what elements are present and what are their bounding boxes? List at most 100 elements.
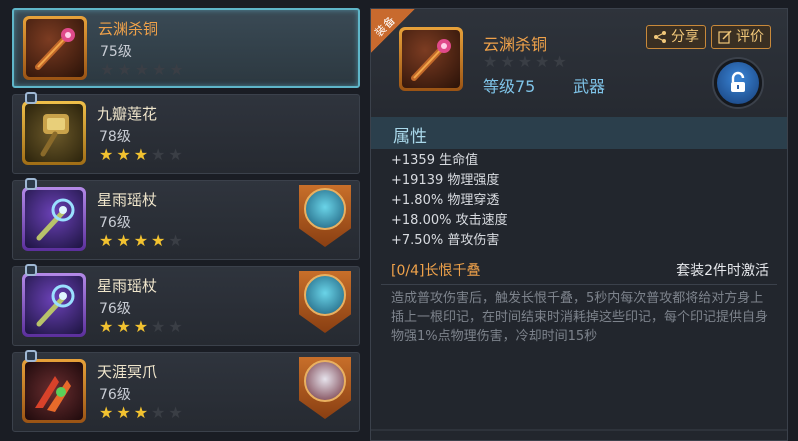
star-icon: ★ [169, 60, 184, 79]
star-rating: ★ ★ ★ ★ ★ [99, 147, 183, 163]
staff-icon [26, 19, 84, 77]
item-icon-frame [22, 359, 86, 423]
star-icon: ★ [133, 145, 149, 164]
divider [371, 429, 787, 431]
detail-star-rating: ★ ★ ★ ★ ★ [483, 54, 567, 70]
star-rating: ★ ★ ★ ★ ★ [100, 62, 184, 78]
hero-badge[interactable] [299, 357, 351, 419]
item-level: 75级 [100, 44, 132, 60]
attribute-line: +18.00% 攻击速度 [391, 213, 508, 228]
staff-icon [402, 30, 460, 88]
lock-icon [25, 264, 37, 276]
edit-icon [718, 30, 732, 44]
star-icon: ★ [133, 317, 149, 336]
set-bonus-description: 造成普攻伤害后，触发长恨千叠，5秒内每次普攻都将给对方身上插上一根印记，在时间结… [391, 291, 769, 344]
star-icon: ★ [133, 403, 149, 422]
item-name: 天涯冥爪 [97, 363, 158, 381]
star-icon: ★ [99, 403, 114, 422]
share-button[interactable]: 分享 [646, 25, 706, 49]
lock-icon [25, 178, 37, 190]
star-icon: ★ [99, 231, 114, 250]
hero-portrait-icon [304, 188, 346, 230]
star-icon: ★ [152, 60, 167, 79]
hero-badge[interactable] [299, 185, 351, 247]
list-item[interactable]: 九瓣莲花 78级 ★ ★ ★ ★ ★ [12, 92, 360, 174]
divider [381, 284, 777, 285]
star-icon: ★ [134, 60, 150, 79]
set-bonus-condition: 套装2件时激活 [676, 263, 769, 279]
star-icon: ★ [99, 145, 114, 164]
list-item[interactable]: 云渊杀铜 75级 ★ ★ ★ ★ ★ [12, 8, 360, 88]
hammer-icon [25, 104, 83, 162]
star-icon: ★ [99, 317, 114, 336]
star-icon: ★ [517, 52, 533, 71]
star-icon: ★ [552, 52, 567, 71]
star-icon: ★ [151, 317, 166, 336]
lock-icon [25, 92, 37, 104]
star-rating: ★ ★ ★ ★ ★ [99, 319, 183, 335]
list-item[interactable]: 星雨瑶杖 76级 ★ ★ ★ ★ ★ [12, 264, 360, 346]
star-icon: ★ [116, 317, 131, 336]
detail-item-type: 武器 [573, 77, 606, 96]
star-icon: ★ [483, 52, 498, 71]
attributes-title: 属性 [393, 127, 427, 147]
star-icon: ★ [116, 231, 131, 250]
unlock-icon [731, 71, 745, 92]
item-level: 76级 [99, 387, 131, 403]
star-rating: ★ ★ ★ ★ ★ [99, 233, 183, 249]
claw-icon [25, 362, 83, 420]
hero-portrait-icon [304, 274, 346, 316]
attribute-line: +1.80% 物理穿透 [391, 193, 500, 208]
star-icon: ★ [151, 145, 166, 164]
item-level: 76级 [99, 301, 131, 317]
unlock-button[interactable] [714, 59, 762, 107]
detail-item-level: 等级75 [483, 77, 536, 96]
list-item[interactable]: 星雨瑶杖 76级 ★ ★ ★ ★ ★ [12, 178, 360, 260]
equipment-list: 云渊杀铜 75级 ★ ★ ★ ★ ★ 九瓣莲花 78级 ★ ★ ★ ★ ★ 星雨… [12, 8, 362, 441]
attribute-line: +7.50% 普攻伤害 [391, 233, 500, 248]
item-level: 76级 [99, 215, 131, 231]
attribute-line: +1359 生命值 [391, 153, 479, 168]
item-name: 星雨瑶杖 [97, 277, 158, 295]
star-rating: ★ ★ ★ ★ ★ [99, 405, 183, 421]
attribute-list: +1359 生命值 +19139 物理强度 +1.80% 物理穿透 +18.00… [391, 151, 508, 251]
hero-badge[interactable] [299, 271, 351, 333]
list-item[interactable]: 天涯冥爪 76级 ★ ★ ★ ★ ★ [12, 350, 360, 432]
attribute-line: +19139 物理强度 [391, 173, 500, 188]
review-button-label: 评价 [736, 29, 764, 45]
share-icon [654, 31, 666, 43]
star-icon: ★ [117, 60, 132, 79]
attributes-header: 属性 [371, 117, 787, 149]
item-level: 78级 [99, 129, 131, 145]
star-icon: ★ [116, 403, 131, 422]
share-button-label: 分享 [671, 29, 699, 45]
wand-icon [25, 190, 83, 248]
star-icon: ★ [168, 403, 183, 422]
item-icon-frame [22, 187, 86, 251]
star-icon: ★ [151, 403, 166, 422]
item-icon-frame [22, 101, 86, 165]
detail-item-icon-frame [399, 27, 463, 91]
item-icon-frame [23, 16, 87, 80]
star-icon: ★ [535, 52, 550, 71]
hero-portrait-icon [304, 360, 346, 402]
review-button[interactable]: 评价 [711, 25, 771, 49]
star-icon: ★ [168, 145, 183, 164]
equipped-tag-label: 装备 [372, 13, 399, 40]
star-icon: ★ [133, 231, 149, 250]
wand-icon [25, 276, 83, 334]
detail-header: 装备 云渊杀铜 ★ ★ ★ ★ ★ 等级75 武器 分享 评价 [371, 9, 787, 117]
item-name: 星雨瑶杖 [97, 191, 158, 209]
item-name: 九瓣莲花 [97, 105, 158, 123]
detail-panel: 装备 云渊杀铜 ★ ★ ★ ★ ★ 等级75 武器 分享 评价 属性 +1359… [370, 8, 788, 441]
item-icon-frame [22, 273, 86, 337]
star-icon: ★ [500, 52, 515, 71]
star-icon: ★ [151, 231, 166, 250]
star-icon: ★ [168, 231, 183, 250]
lock-icon [25, 350, 37, 362]
star-icon: ★ [100, 60, 115, 79]
item-name: 云渊杀铜 [98, 20, 159, 38]
set-bonus-title: [0/4]长恨千叠 [391, 263, 481, 279]
star-icon: ★ [116, 145, 131, 164]
star-icon: ★ [168, 317, 183, 336]
